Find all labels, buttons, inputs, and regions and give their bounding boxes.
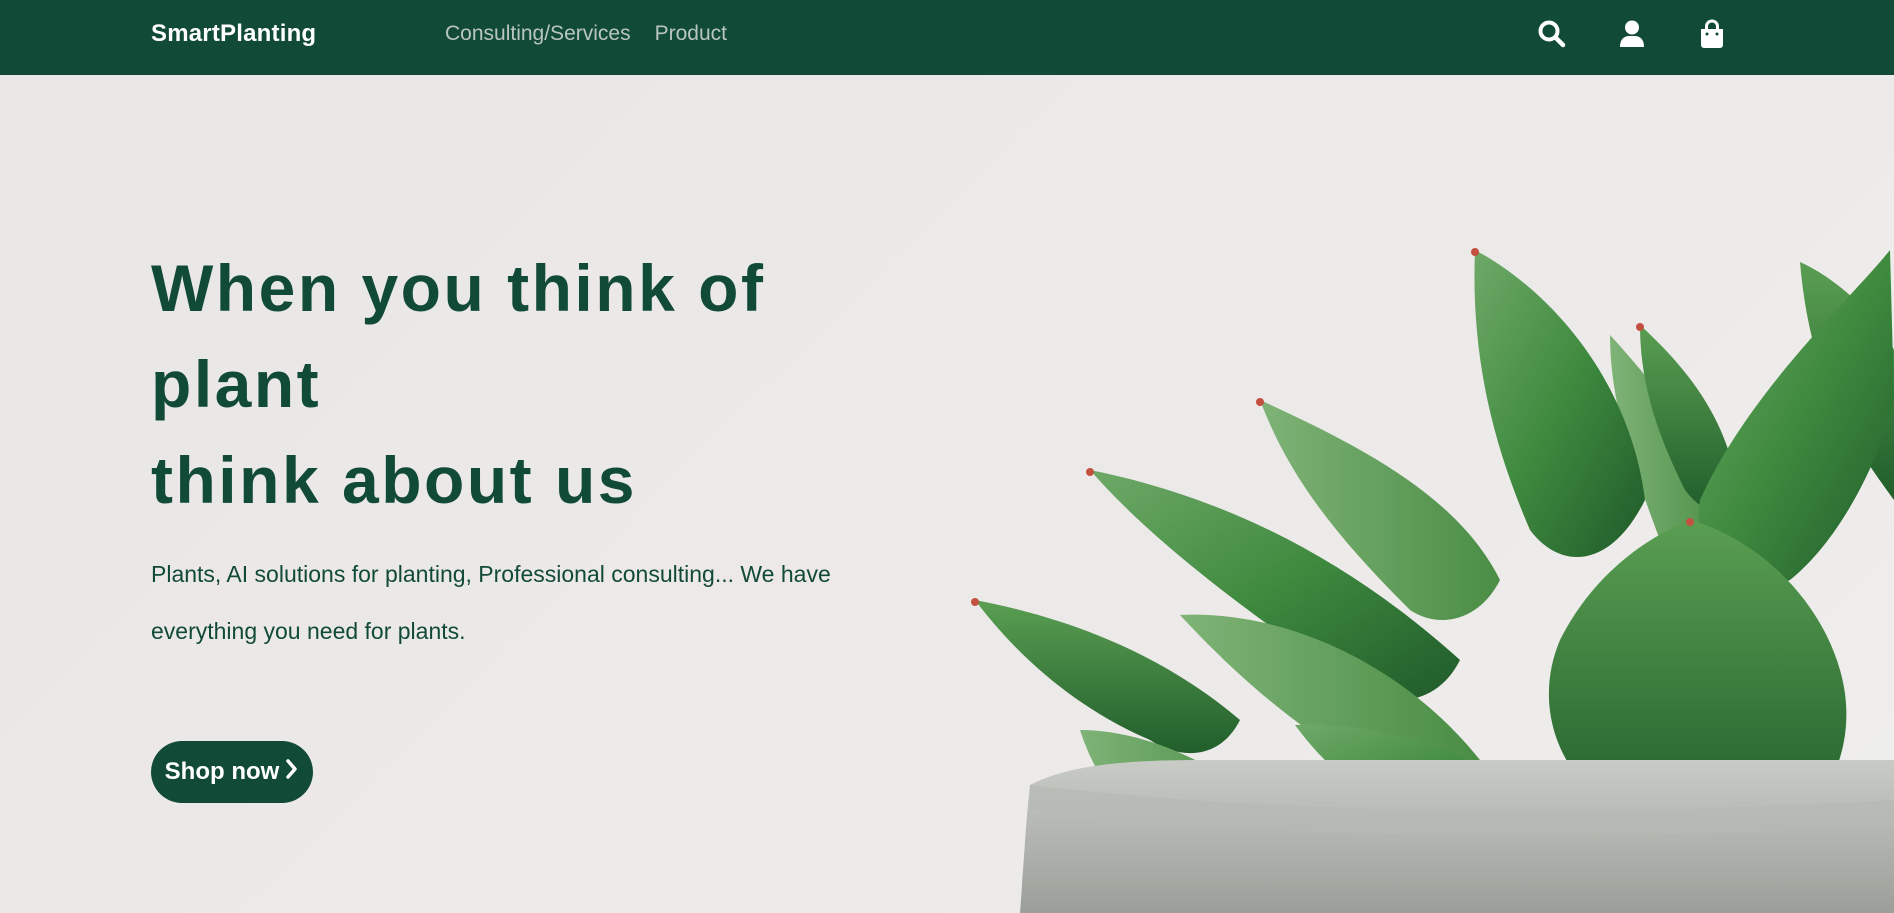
nav-link-product[interactable]: Product (655, 22, 727, 46)
nav-icons (1536, 18, 1736, 52)
nav-link-consulting-services[interactable]: Consulting/Services (445, 22, 631, 46)
hero-description: Plants, AI solutions for planting, Profe… (151, 561, 831, 644)
shopping-bag-icon[interactable] (1696, 18, 1728, 50)
top-navbar: SmartPlanting Consulting/Services Produc… (0, 0, 1894, 75)
hero-title-line: plant (151, 347, 322, 421)
hero-title-line: When you think of (151, 251, 766, 325)
search-icon[interactable] (1536, 18, 1568, 50)
chevron-right-icon (285, 758, 299, 787)
succulent-plant-image (940, 240, 1894, 913)
page: SmartPlanting Consulting/Services Produc… (0, 0, 1894, 913)
brand-logo[interactable]: SmartPlanting (151, 20, 316, 48)
hero-title-line: think about us (151, 443, 637, 517)
shop-now-button[interactable]: Shop now (151, 741, 313, 803)
user-icon[interactable] (1616, 18, 1648, 50)
main-nav: Consulting/Services Product (445, 22, 727, 46)
shop-now-label: Shop now (164, 758, 280, 785)
hero-title: When you think of plant think about us (151, 240, 765, 528)
